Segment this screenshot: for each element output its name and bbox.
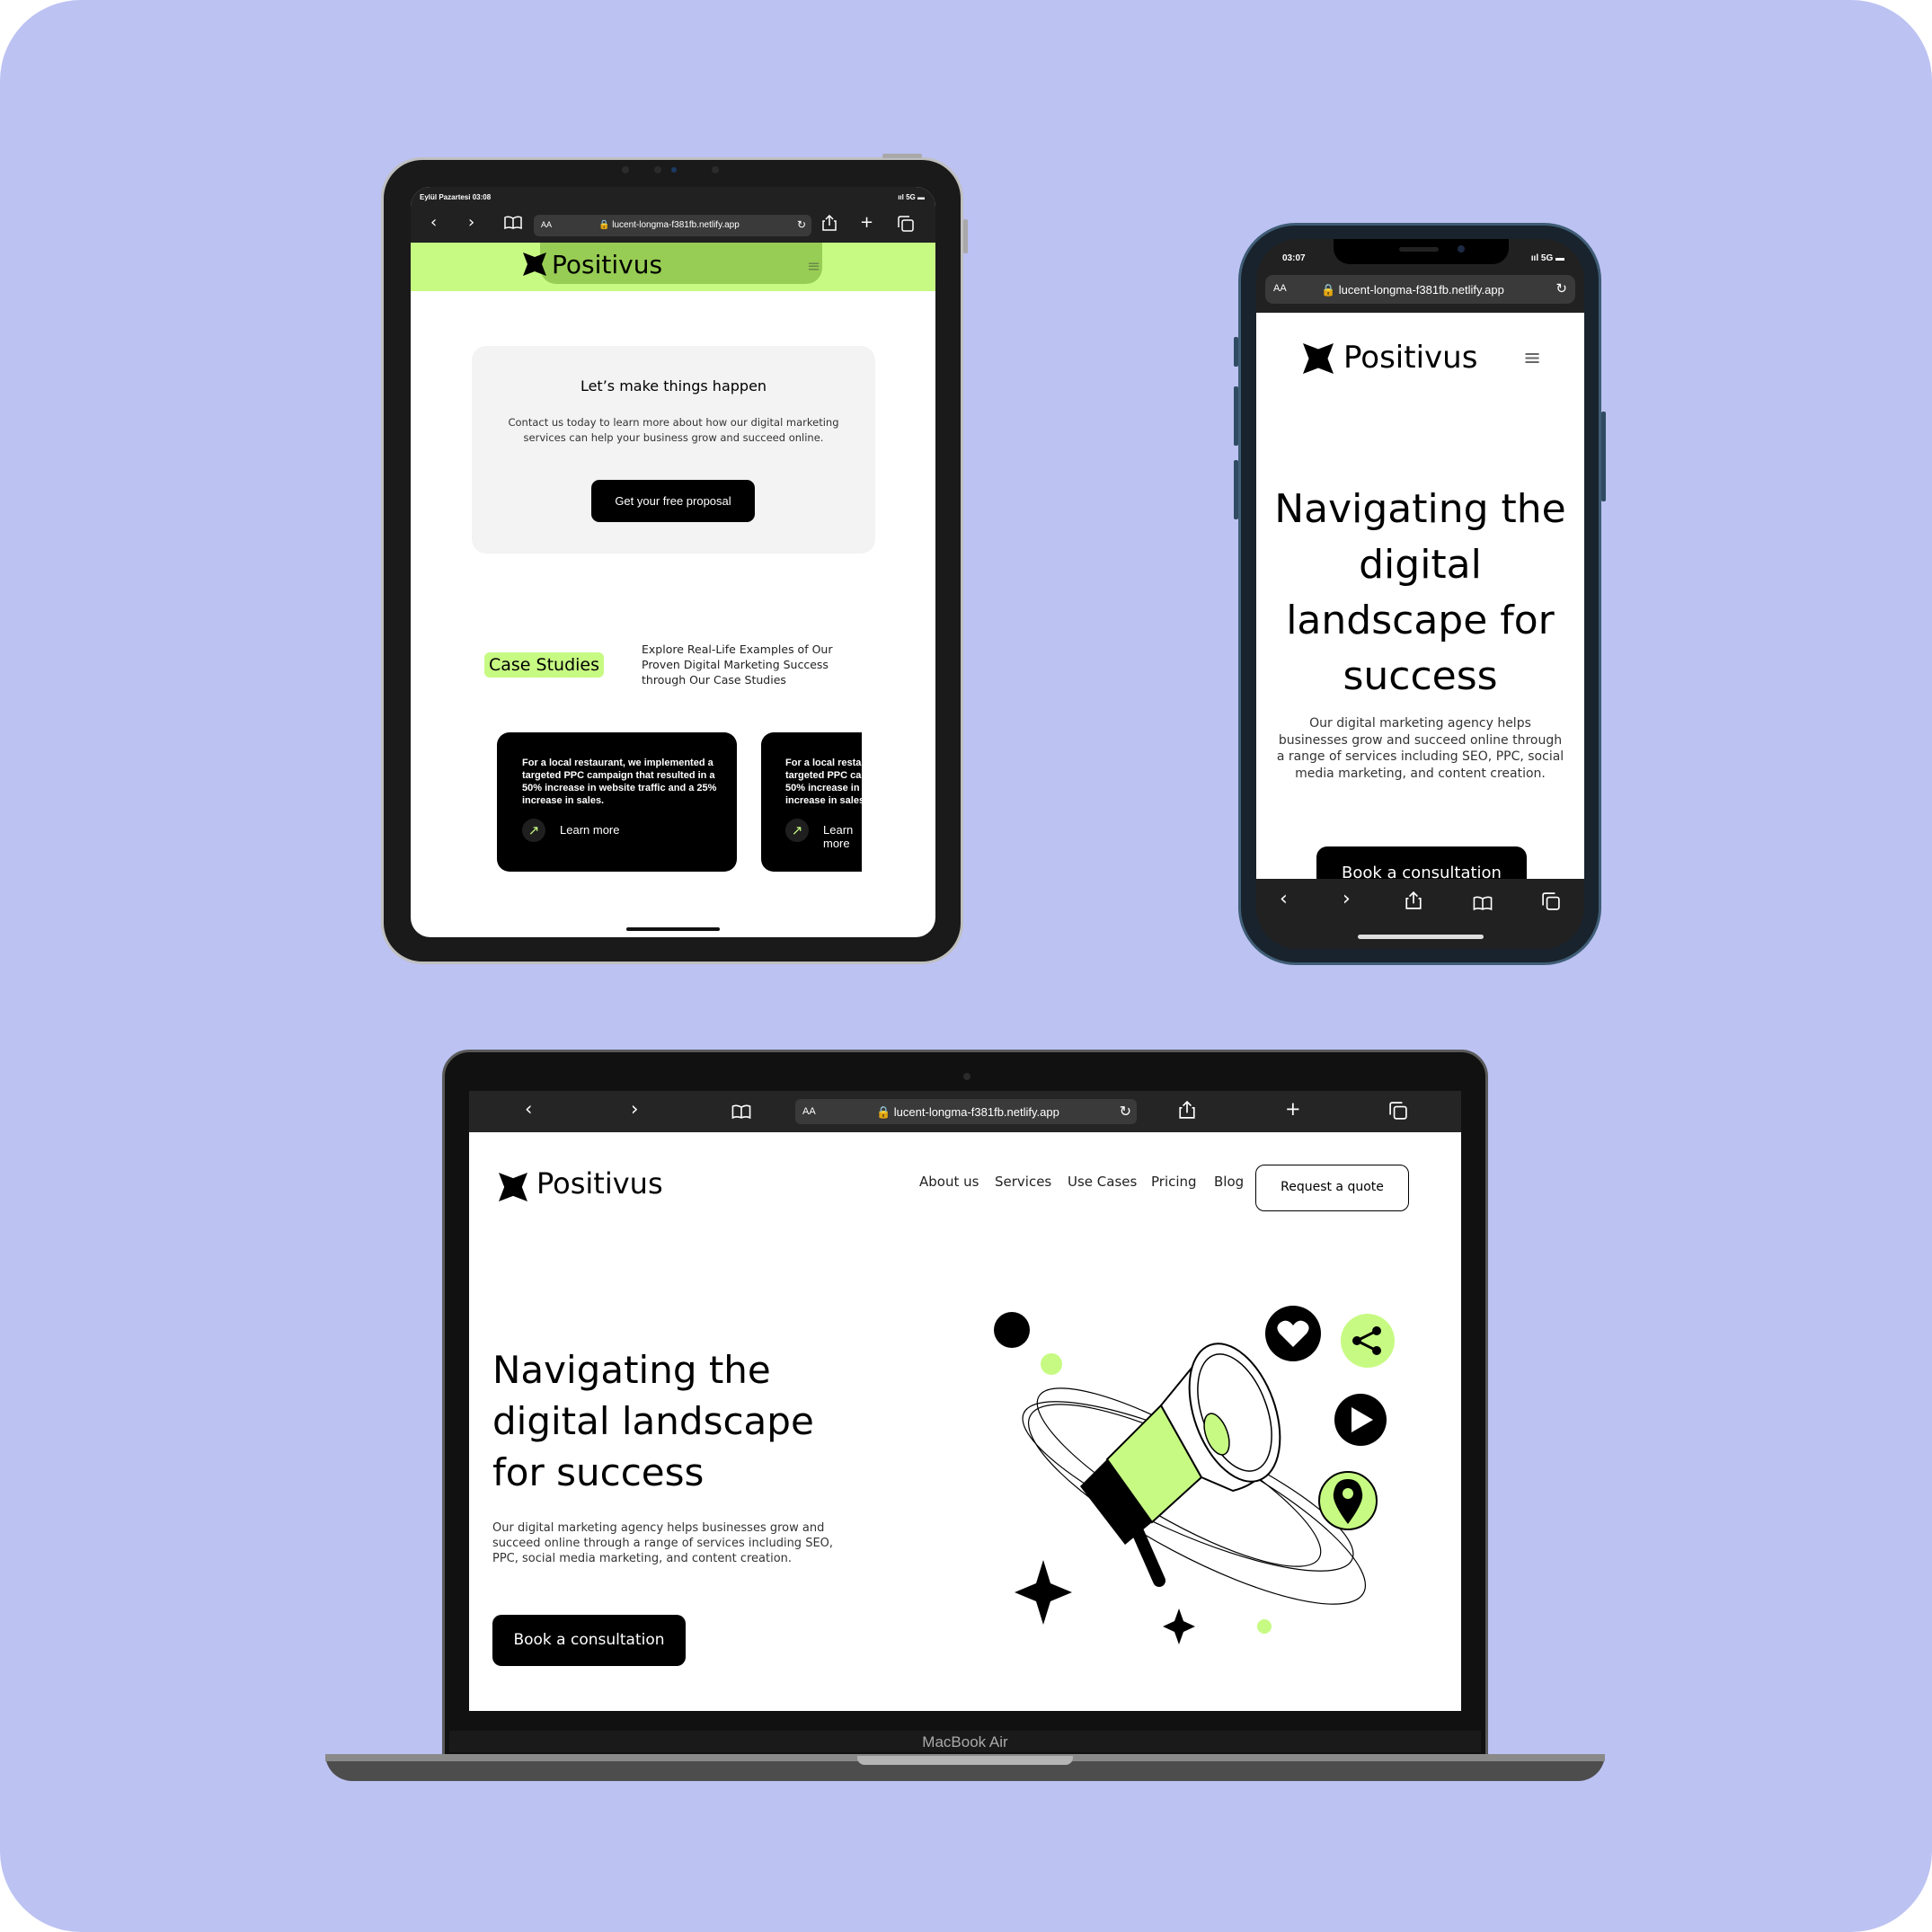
tablet-camera-bar [622,166,722,173]
url-text: 🔒 lucent-longma-f381fb.netlify.app [598,220,740,230]
back-icon[interactable]: ‹ [1280,888,1288,910]
megaphone-icon [1080,1343,1281,1587]
share-icon[interactable] [1179,1100,1195,1123]
sparkle-star-icon [1015,1560,1072,1625]
nav-about-us[interactable]: About us [919,1174,979,1190]
laptop-screen: ‹ › AA 🔒 lucent-longma-f381fb.netlify.ap… [469,1091,1461,1711]
back-icon[interactable]: ‹ [525,1098,532,1120]
url-bar[interactable]: AA 🔒 lucent-longma-f381fb.netlify.app ↻ [534,215,811,236]
cta-title: Let’s make things happen [580,377,767,394]
decor-dot [1257,1619,1272,1634]
reader-aa-button[interactable]: AA [802,1106,816,1117]
reload-icon[interactable]: ↻ [797,218,806,231]
phone-side-button [1601,412,1606,501]
nav-blog[interactable]: Blog [1214,1174,1244,1190]
url-text: 🔒 lucent-longma-f381fb.netlify.app [1321,283,1504,297]
tabs-icon[interactable] [898,216,914,236]
url-bar[interactable]: AA 🔒 lucent-longma-f381fb.netlify.app ↻ [1265,275,1575,304]
hero-illustration [994,1306,1395,1644]
logo-text[interactable]: Positivus [552,250,662,279]
case-studies-description: Explore Real-Life Examples of Our Proven… [642,643,833,687]
arrow-up-right-icon: ↗ [785,819,809,842]
bookmarks-icon[interactable] [731,1103,751,1124]
nav-services[interactable]: Services [995,1174,1051,1190]
status-time: 03:07 [1282,253,1306,263]
reader-aa-button[interactable]: AA [1273,283,1287,294]
bookmarks-icon[interactable] [1473,894,1493,917]
bookmarks-icon[interactable] [504,216,522,235]
logo-star-icon [1303,343,1334,374]
arrow-up-right-icon: ↗ [522,819,545,842]
location-pin-icon [1318,1471,1378,1530]
tabs-icon[interactable] [1389,1102,1407,1124]
reader-aa-button[interactable]: AA [541,220,552,229]
hamburger-icon[interactable]: ≡ [1523,345,1541,370]
url-text: 🔒 lucent-longma-f381fb.netlify.app [876,1105,1059,1119]
logo-text[interactable]: Positivus [536,1166,663,1201]
learn-more-link[interactable]: Learn more [560,823,619,837]
share-icon[interactable] [822,214,837,235]
case-study-card[interactable]: For a local restaurant, we implemented a… [497,732,737,872]
tablet-screen: Eylül Pazartesi 03:08 ııl 5G ▬ ‹ › AA 🔒 … [411,187,935,937]
tabs-icon[interactable] [1542,892,1560,916]
tablet-side-button [963,219,968,253]
status-signal: ııl 5G ▬ [898,193,925,201]
sparkle-star-icon [1163,1609,1195,1644]
play-icon [1334,1394,1387,1446]
hero-headline: Navigating the digital landscape for suc… [1274,486,1566,699]
home-indicator [626,927,720,931]
request-quote-button[interactable]: Request a quote [1255,1165,1409,1211]
plus-icon[interactable]: + [1285,1098,1301,1120]
phone-notch [1334,239,1509,264]
share-icon[interactable] [1405,891,1422,915]
learn-more-link[interactable]: Learn more [823,823,862,850]
case-study-text: For a local restaurant, we implemented a… [522,758,717,806]
reload-icon[interactable]: ↻ [1120,1103,1131,1121]
logo-star-icon [499,1173,527,1201]
hamburger-icon[interactable]: ≡ [807,257,820,276]
decor-dot [1041,1353,1062,1375]
decor-dot [994,1312,1030,1348]
laptop-model-label: MacBook Air [922,1733,1008,1750]
book-consultation-button[interactable]: Book a consultation [492,1615,686,1666]
logo-text[interactable]: Positivus [1343,340,1477,376]
browser-bottom-bar: ‹ › [1256,879,1584,949]
browser-toolbar: ‹ › AA 🔒 lucent-longma-f381fb.netlify.ap… [469,1091,1461,1132]
laptop-camera [963,1073,970,1080]
get-proposal-button[interactable]: Get your free proposal [591,480,755,522]
nav-use-cases[interactable]: Use Cases [1068,1174,1137,1190]
hero-subtitle: Our digital marketing agency helps busin… [492,1521,834,1565]
case-study-card[interactable]: For a local restaurant, we implemented a… [761,732,862,872]
status-signal: ııl 5G ▬ [1530,253,1564,263]
forward-icon[interactable]: › [631,1098,638,1120]
home-indicator [1358,935,1484,939]
plus-icon[interactable]: + [860,213,873,232]
logo-star-icon [523,253,546,276]
share-nodes-icon [1341,1314,1395,1368]
nav-pricing[interactable]: Pricing [1151,1174,1197,1190]
phone-page: Positivus ≡ Navigating the digital lands… [1256,313,1584,879]
forward-icon[interactable]: › [1343,888,1351,910]
case-studies-tag: Case Studies [484,652,605,678]
case-study-text: For a local restaurant, we implemented a… [785,758,862,806]
phone-screen: 03:07 ııl 5G ▬ AA 🔒 lucent-longma-f381fb… [1256,239,1584,949]
back-icon[interactable]: ‹ [430,213,437,232]
hero-headline: Navigating the digital landscape for suc… [492,1348,814,1494]
forward-icon[interactable]: › [468,213,474,232]
hero-subtitle: Our digital marketing agency helps busin… [1276,716,1564,781]
reload-icon[interactable]: ↻ [1555,280,1567,297]
heart-icon [1265,1306,1321,1361]
laptop-hinge-notch [857,1756,1073,1765]
status-time: Eylül Pazartesi 03:08 [420,193,492,201]
tablet-top-button [882,154,922,158]
url-bar[interactable]: AA 🔒 lucent-longma-f381fb.netlify.app ↻ [795,1099,1137,1124]
tablet-status-bar: Eylül Pazartesi 03:08 ııl 5G ▬ [411,187,935,207]
book-consultation-button[interactable]: Book a consultation [1316,846,1527,879]
cta-text: Contact us today to learn more about how… [508,416,839,444]
